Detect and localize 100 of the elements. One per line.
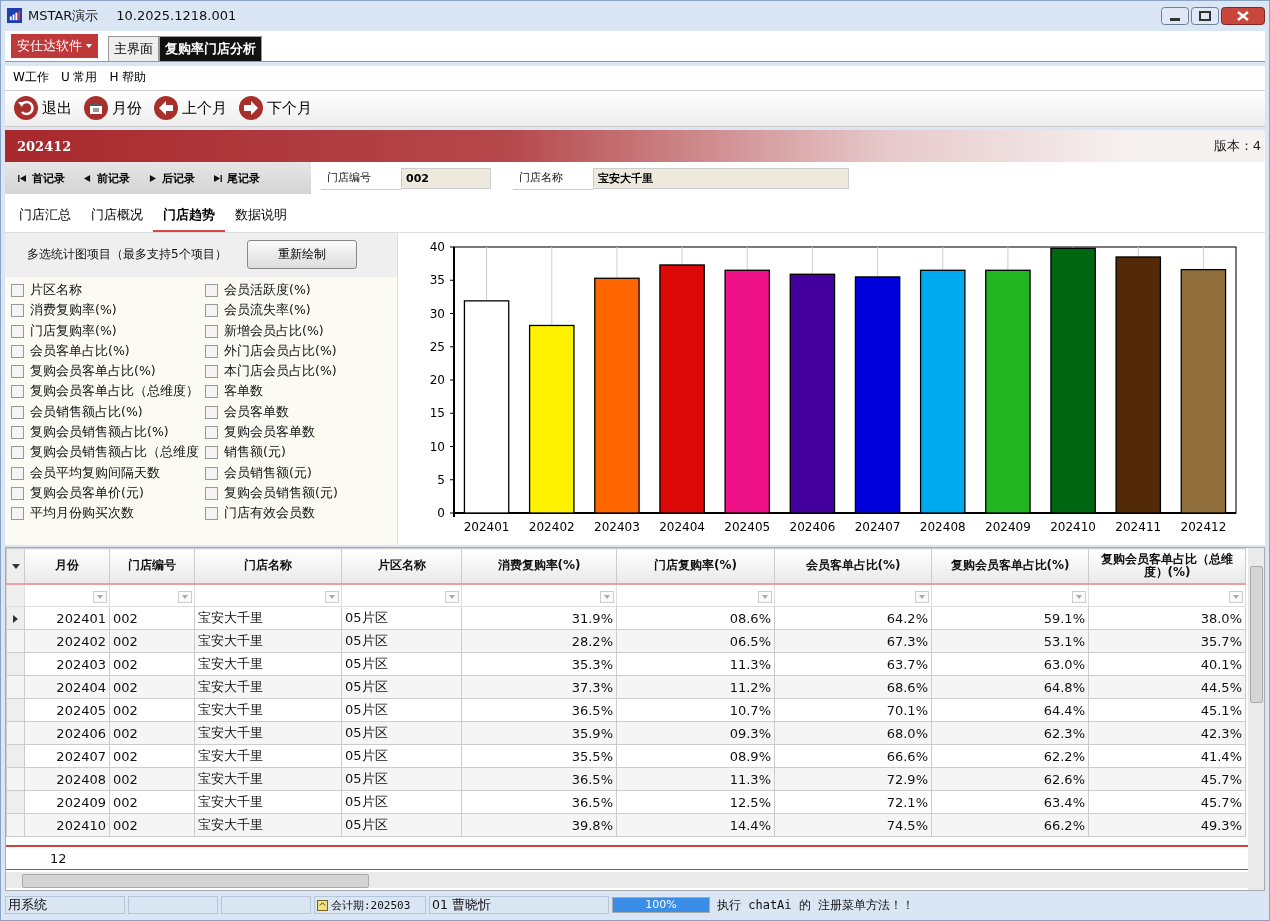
filter-dropdown-icon[interactable] [93, 590, 107, 603]
checkbox-option[interactable]: 复购会员销售额(元) [205, 483, 399, 504]
filter-dropdown-icon[interactable] [1229, 590, 1243, 603]
checkbox-option[interactable]: 门店复购率(%) [11, 321, 205, 341]
checkbox-option[interactable]: 消费复购率(%) [11, 301, 205, 321]
checkbox[interactable] [205, 385, 218, 399]
checkbox-option[interactable]: 会员客单数 [205, 402, 399, 422]
column-header[interactable]: 会员客单占比(%) [774, 548, 932, 585]
checkbox[interactable] [11, 283, 24, 297]
menu-item[interactable]: H 帮助 [105, 69, 151, 87]
document-tab[interactable]: 主界面 [108, 35, 159, 61]
toolbar-button[interactable]: 上个月 [151, 96, 230, 121]
tab[interactable]: 数据说明 [225, 193, 297, 232]
table-cell: 35.3% [461, 652, 617, 676]
table-cell: 41.4% [1088, 744, 1246, 768]
checkbox-option[interactable]: 会员客单占比(%) [11, 341, 205, 361]
column-header[interactable]: 复购会员客单占比（总维度）(%) [1088, 548, 1246, 585]
checkbox-option[interactable]: 会员活跃度(%) [205, 280, 399, 301]
checkbox[interactable] [11, 486, 24, 500]
text-field[interactable]: 宝安大千里 [593, 167, 849, 189]
redraw-button[interactable]: 重新绘制 [246, 240, 357, 270]
filter-dropdown-icon[interactable] [178, 590, 192, 603]
checkbox[interactable] [205, 446, 218, 460]
checkbox[interactable] [205, 283, 218, 297]
filter-dropdown-icon[interactable] [758, 590, 772, 603]
horizontal-scrollbar[interactable] [6, 872, 1248, 889]
checkbox-option[interactable]: 复购会员客单占比(%) [11, 361, 205, 382]
checkbox-option[interactable]: 会员平均复购间隔天数 [11, 463, 205, 483]
checkbox[interactable] [205, 324, 218, 338]
tab[interactable]: 门店趋势 [153, 193, 225, 232]
column-header[interactable]: 复购会员客单占比(%) [931, 548, 1089, 585]
checkbox[interactable] [205, 466, 218, 480]
column-header[interactable]: 片区名称 [341, 548, 462, 585]
table-cell: 08.9% [616, 744, 775, 768]
close-icon[interactable] [1221, 6, 1265, 25]
filter-dropdown-icon[interactable] [600, 590, 614, 603]
restore-icon[interactable] [1191, 6, 1219, 25]
checkbox[interactable] [11, 385, 24, 399]
checkbox[interactable] [205, 507, 218, 521]
document-tab[interactable]: 复购率门店分析 [159, 35, 262, 61]
toolbar-button[interactable]: 下个月 [236, 96, 315, 121]
menu-item[interactable]: W工作 [9, 69, 53, 87]
table-cell: 53.1% [931, 629, 1089, 653]
checkbox[interactable] [205, 486, 218, 500]
filter-dropdown-icon[interactable] [915, 590, 929, 603]
column-header[interactable]: 消费复购率(%) [461, 548, 617, 585]
checkbox[interactable] [11, 405, 24, 419]
checkbox-option[interactable]: 平均月份购买次数 [11, 504, 205, 524]
checkbox[interactable] [11, 365, 24, 379]
checkbox-option[interactable]: 本门店会员占比(%) [205, 361, 399, 382]
record-nav-button[interactable]: 尾记录 [208, 170, 265, 186]
toolbar-button[interactable]: 月份 [81, 96, 145, 121]
table-cell: 202401 [24, 606, 110, 630]
filter-dropdown-icon[interactable] [445, 590, 459, 603]
table-cell: 05片区 [341, 767, 462, 791]
checkbox-option[interactable]: 复购会员客单价(元) [11, 483, 205, 504]
checkbox[interactable] [205, 426, 218, 439]
checkbox-option[interactable]: 外门店会员占比(%) [205, 341, 399, 361]
checkbox-option[interactable]: 会员销售额(元) [205, 463, 399, 483]
tab[interactable]: 门店概况 [81, 193, 153, 232]
checkbox[interactable] [205, 405, 218, 419]
record-nav-button[interactable]: 后记录 [143, 170, 200, 186]
column-header[interactable]: 门店编号 [109, 548, 195, 585]
checkbox-option[interactable]: 复购会员客单占比（总维度） [11, 382, 205, 402]
filter-dropdown-icon[interactable] [325, 590, 339, 603]
app-menu-button[interactable]: 安仕达软件 [11, 33, 98, 58]
checkbox[interactable] [11, 324, 24, 338]
checkbox[interactable] [205, 304, 218, 318]
checkbox-option[interactable]: 新增会员占比(%) [205, 321, 399, 341]
checkbox[interactable] [11, 507, 24, 521]
text-field[interactable]: 002 [401, 167, 491, 189]
checkbox[interactable] [11, 344, 24, 358]
checkbox-option[interactable]: 销售额(元) [205, 443, 399, 463]
checkbox[interactable] [11, 426, 24, 439]
checkbox[interactable] [11, 304, 24, 318]
checkbox-option[interactable]: 复购会员客单数 [205, 422, 399, 443]
status-message: 执行 chatAi 的 注册菜单方法！！ [717, 896, 915, 914]
checkbox[interactable] [205, 344, 218, 358]
column-header[interactable]: 月份 [24, 548, 110, 585]
checkbox[interactable] [205, 365, 218, 379]
checkbox-option[interactable]: 片区名称 [11, 280, 205, 301]
column-header[interactable]: 门店复购率(%) [616, 548, 775, 585]
checkbox-option[interactable]: 客单数 [205, 382, 399, 402]
checkbox[interactable] [11, 446, 24, 460]
menu-item[interactable]: U 常用 [56, 69, 102, 87]
checkbox[interactable] [11, 466, 24, 480]
left-triangle-icon [83, 174, 92, 182]
checkbox-option[interactable]: 复购会员销售额占比（总维度 [11, 443, 205, 463]
checkbox-option[interactable]: 门店有效会员数 [205, 504, 399, 524]
checkbox-option[interactable]: 复购会员销售额占比(%) [11, 422, 205, 443]
column-header[interactable]: 门店名称 [194, 548, 342, 585]
filter-dropdown-icon[interactable] [1072, 590, 1086, 603]
checkbox-option[interactable]: 会员销售额占比(%) [11, 402, 205, 422]
tab[interactable]: 门店汇总 [9, 193, 81, 232]
checkbox-option[interactable]: 会员流失率(%) [205, 301, 399, 321]
record-nav-button[interactable]: 首记录 [13, 170, 70, 186]
toolbar-button[interactable]: 退出 [11, 96, 75, 121]
minimize-icon[interactable] [1161, 6, 1189, 25]
record-nav-button[interactable]: 前记录 [78, 170, 135, 186]
vertical-scrollbar[interactable] [1248, 548, 1264, 891]
